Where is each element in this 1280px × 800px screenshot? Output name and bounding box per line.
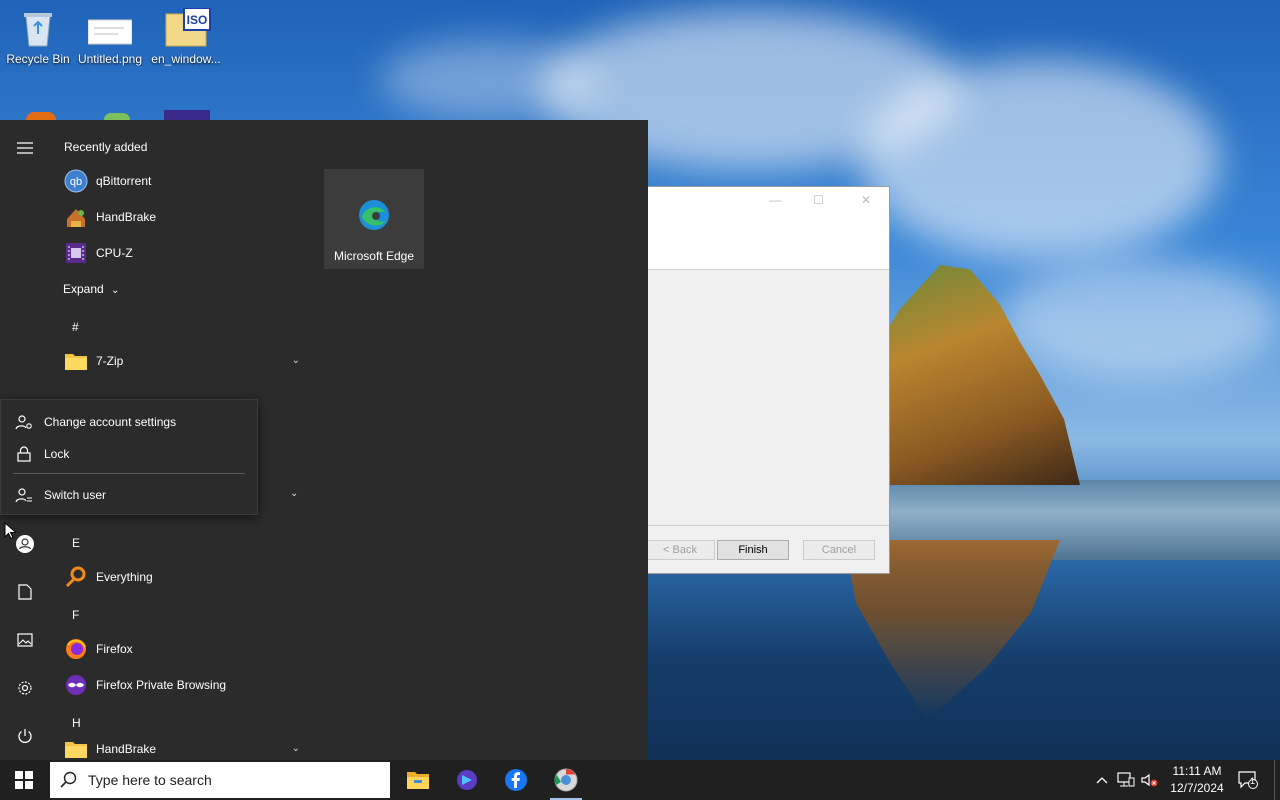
- clock-date: 12/7/2024: [1170, 781, 1224, 795]
- group-header-hash[interactable]: #: [72, 320, 79, 334]
- menu-divider: [13, 473, 245, 474]
- maximize-icon[interactable]: ☐: [813, 193, 824, 207]
- minimize-icon[interactable]: —: [769, 193, 781, 207]
- firefox-icon: [64, 637, 88, 661]
- app-item-firefox-private[interactable]: Firefox Private Browsing: [50, 667, 310, 703]
- back-button[interactable]: < Back: [645, 540, 715, 560]
- app-item-qbittorrent[interactable]: qb qBittorrent: [50, 163, 310, 199]
- desktop-icon-partial[interactable]: [26, 112, 56, 120]
- cpuz-icon: [64, 241, 88, 265]
- taskbar: Type here to search 11:11 AM 12/7/2024 1: [0, 760, 1280, 800]
- app-name: 7-Zip: [96, 354, 124, 368]
- desktop-icon-recycle-bin[interactable]: Recycle Bin: [0, 8, 76, 66]
- chevron-down-icon: ⌄: [111, 285, 120, 296]
- recently-added-header: Recently added: [64, 140, 148, 154]
- group-header-f[interactable]: F: [72, 608, 79, 622]
- app-item-cpuz[interactable]: CPU-Z: [50, 235, 310, 271]
- switch-user-item[interactable]: Switch user: [1, 480, 257, 510]
- volume-muted-icon[interactable]: [1139, 770, 1159, 790]
- chrome-icon: [554, 768, 578, 792]
- search-placeholder: Type here to search: [88, 772, 212, 788]
- taskbar-facebook[interactable]: [492, 760, 540, 800]
- svg-text:ISO: ISO: [187, 13, 208, 27]
- tile-label: Microsoft Edge: [333, 249, 415, 263]
- handbrake-icon: [64, 205, 88, 229]
- taskbar-file-explorer[interactable]: [394, 760, 442, 800]
- group-header-h[interactable]: H: [72, 716, 81, 730]
- menu-item-label: Switch user: [44, 488, 107, 502]
- settings-gear-icon[interactable]: [13, 676, 37, 700]
- lock-item[interactable]: Lock: [1, 439, 257, 469]
- show-hidden-icons-chevron-up-icon[interactable]: [1092, 770, 1112, 790]
- cancel-button[interactable]: Cancel: [803, 540, 875, 560]
- app-name: CPU-Z: [96, 246, 133, 260]
- desktop-icon-partial[interactable]: [104, 113, 130, 120]
- edge-icon: [358, 199, 390, 234]
- user-account-icon[interactable]: [13, 532, 37, 556]
- app-item-7zip[interactable]: 7-Zip ⌄: [50, 343, 310, 379]
- windows-logo-icon: [15, 771, 33, 789]
- tile-microsoft-edge[interactable]: Microsoft Edge: [324, 169, 424, 269]
- close-icon[interactable]: ✕: [861, 193, 871, 207]
- app-item-handbrake[interactable]: HandBrake: [50, 199, 310, 235]
- expand-button[interactable]: Expand ⌄: [63, 282, 119, 296]
- iso-file-icon: ISO: [164, 7, 211, 48]
- firefox-private-icon: [64, 673, 88, 697]
- desktop-icon-partial[interactable]: [164, 110, 210, 120]
- app-name: qBittorrent: [96, 174, 152, 188]
- folder-icon: [64, 349, 88, 373]
- svg-text:qb: qb: [70, 176, 82, 188]
- system-clock[interactable]: 11:11 AM 12/7/2024: [1162, 763, 1232, 797]
- app-name: Firefox Private Browsing: [96, 678, 227, 692]
- taskbar-chrome-app[interactable]: [542, 760, 590, 800]
- user-settings-icon: [14, 414, 34, 430]
- lock-icon: [14, 446, 34, 462]
- show-desktop-button[interactable]: [1274, 760, 1280, 800]
- everything-search-icon: [64, 565, 88, 589]
- app-name: HandBrake: [96, 210, 157, 224]
- chevron-down-icon[interactable]: ⌄: [292, 743, 300, 754]
- notification-count-badge: 1: [1250, 776, 1256, 786]
- desktop-icon-label: en_window...: [151, 52, 221, 66]
- power-icon[interactable]: [13, 724, 37, 748]
- recycle-bin-icon: [16, 8, 60, 48]
- qbittorrent-icon: qb: [64, 169, 88, 193]
- file-explorer-icon: [407, 772, 429, 789]
- menu-item-label: Change account settings: [44, 415, 177, 429]
- app-name: HandBrake: [96, 742, 157, 756]
- desktop-icon-iso[interactable]: ISO en_window...: [148, 7, 224, 66]
- taskbar-search-box[interactable]: Type here to search: [50, 762, 390, 798]
- clock-time: 11:11 AM: [1172, 764, 1222, 778]
- account-popup-menu: Change account settings Lock Switch user: [0, 399, 258, 515]
- desktop-icon-label: Recycle Bin: [6, 52, 70, 66]
- image-file-icon: [87, 8, 133, 48]
- desktop-icon-label: Untitled.png: [77, 52, 143, 66]
- chevron-down-icon[interactable]: ⌄: [290, 488, 298, 499]
- start-button[interactable]: [0, 760, 48, 800]
- app-name: Everything: [96, 570, 153, 584]
- group-header-e[interactable]: E: [72, 536, 80, 550]
- switch-user-icon: [14, 487, 34, 503]
- menu-item-label: Lock: [44, 447, 70, 461]
- app-item-firefox[interactable]: Firefox: [50, 631, 310, 667]
- app-item-everything[interactable]: Everything: [50, 559, 310, 595]
- copilot-icon: [457, 770, 477, 790]
- hamburger-menu-icon[interactable]: [13, 136, 37, 160]
- taskbar-copilot[interactable]: [443, 760, 491, 800]
- expand-label: Expand: [63, 282, 104, 296]
- action-center-notification-icon[interactable]: 1: [1238, 770, 1258, 790]
- folder-icon: [64, 737, 88, 761]
- desktop-icon-untitled-png[interactable]: Untitled.png: [72, 8, 148, 66]
- mouse-cursor-icon: [4, 521, 18, 543]
- facebook-icon: [505, 769, 527, 791]
- network-icon[interactable]: [1116, 770, 1136, 790]
- search-icon: [60, 771, 80, 789]
- chevron-down-icon[interactable]: ⌄: [292, 355, 300, 366]
- pictures-icon[interactable]: [13, 628, 37, 652]
- finish-button[interactable]: Finish: [717, 540, 789, 560]
- documents-icon[interactable]: [13, 580, 37, 604]
- change-account-settings-item[interactable]: Change account settings: [1, 407, 257, 437]
- app-name: Firefox: [96, 642, 133, 656]
